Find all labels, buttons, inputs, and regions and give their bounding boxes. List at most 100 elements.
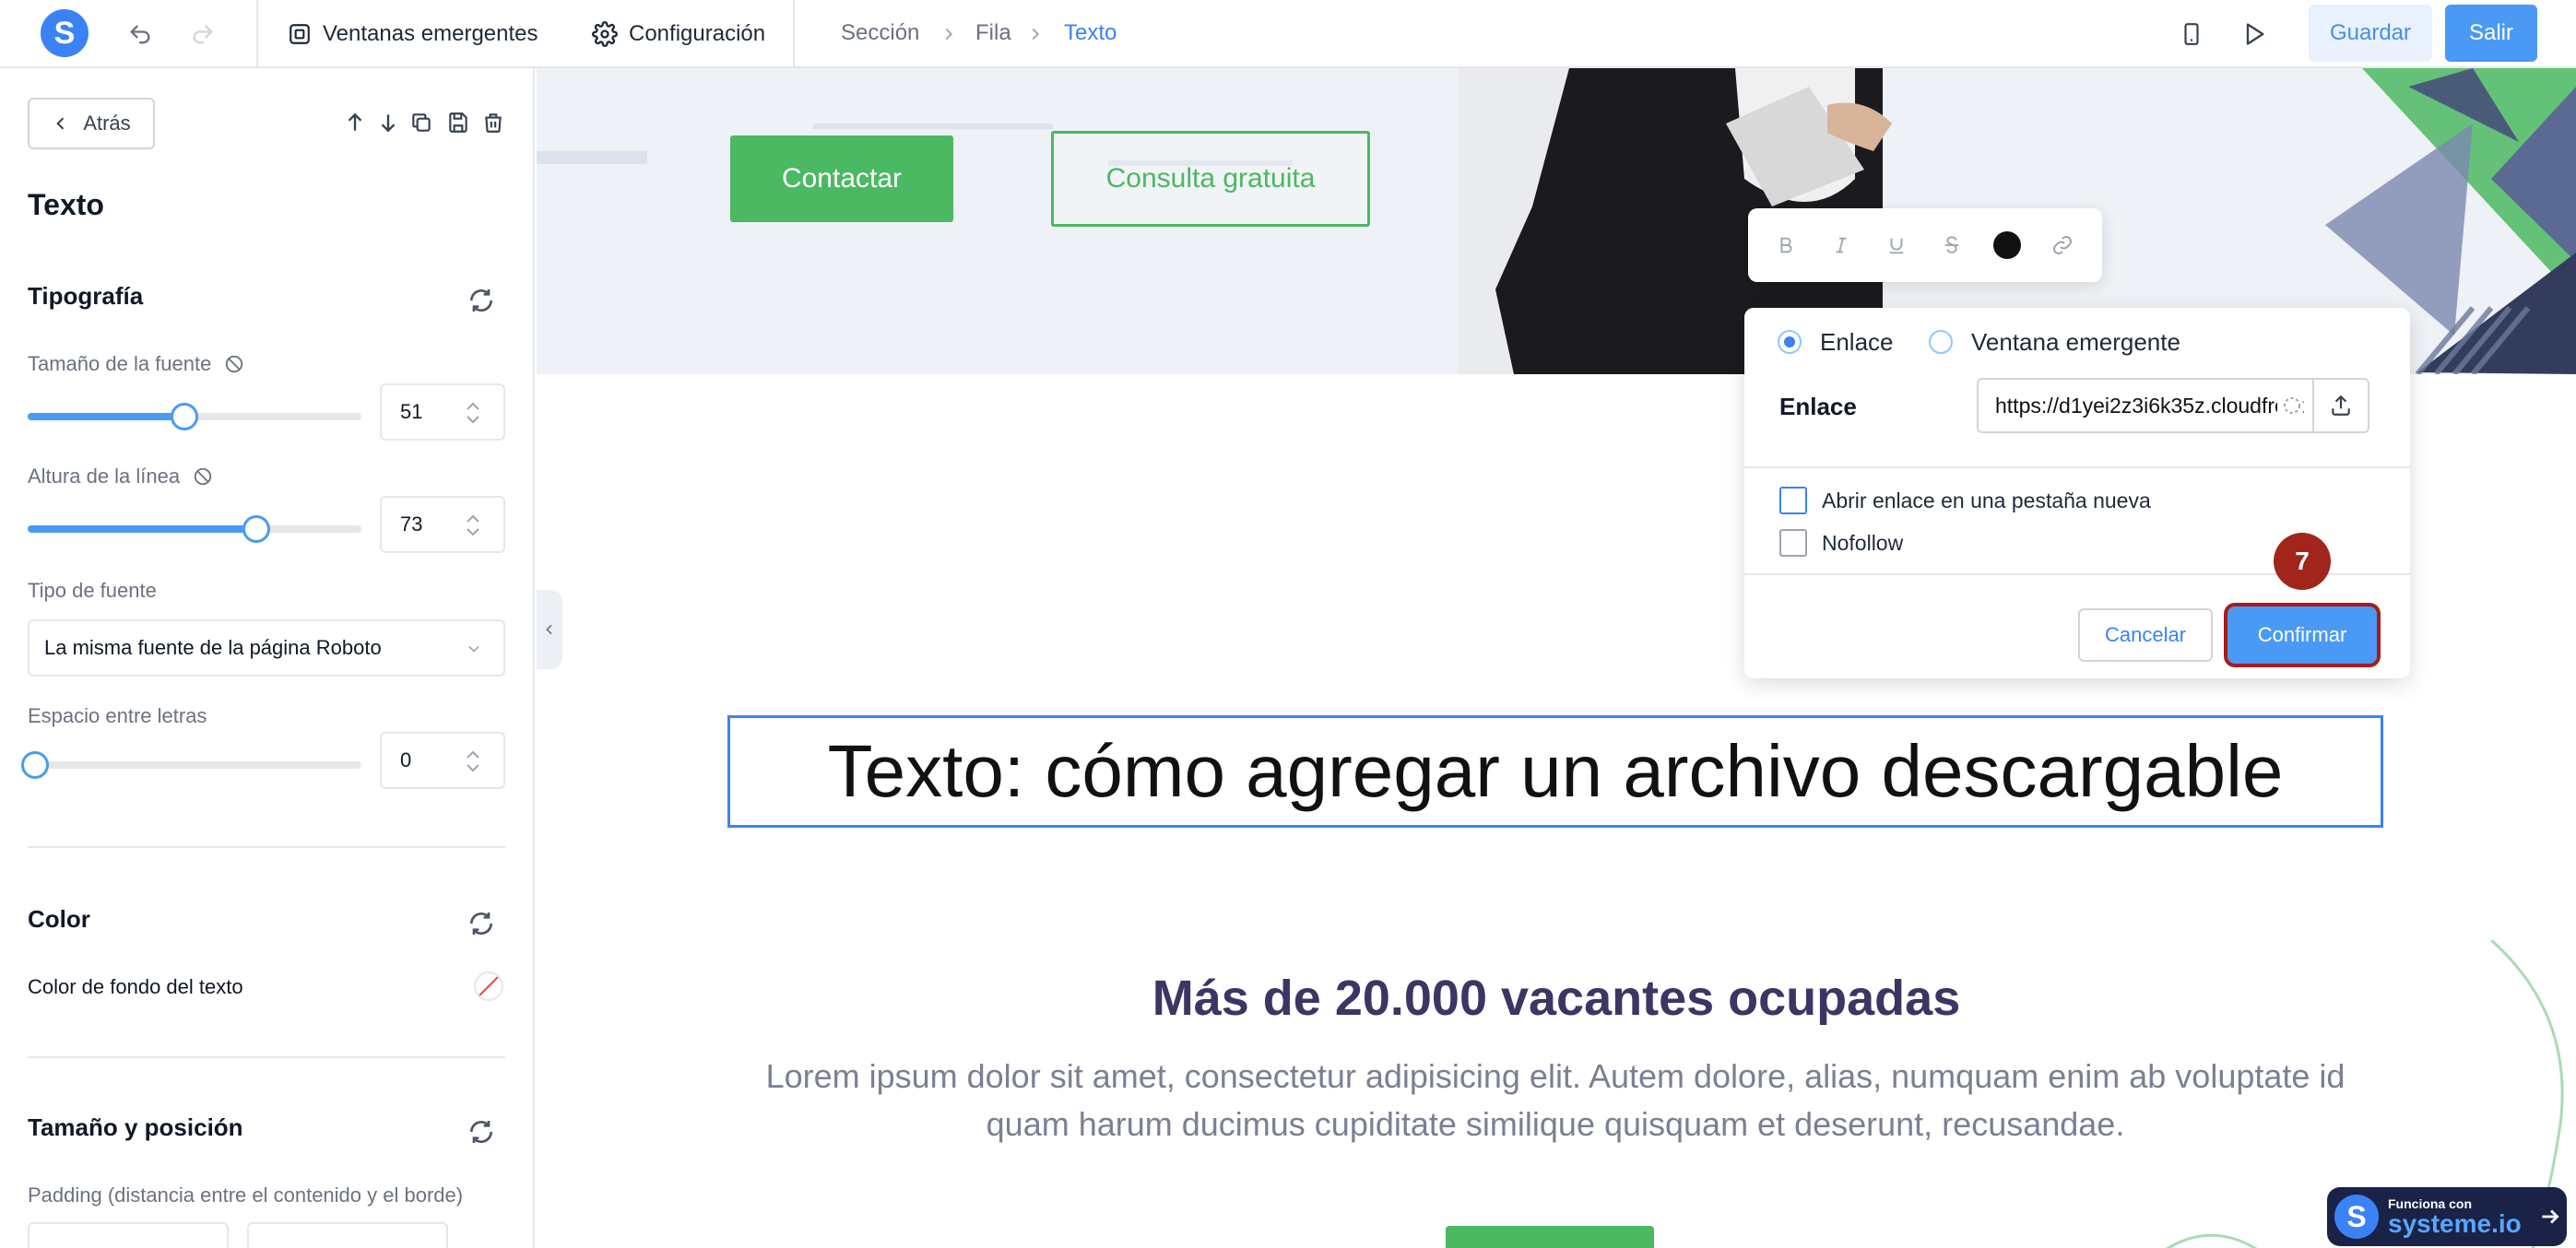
- move-up-icon[interactable]: [343, 111, 367, 135]
- breadcrumb-item-row[interactable]: Fila: [975, 20, 1011, 46]
- nofollow-label[interactable]: Nofollow: [1822, 531, 1903, 556]
- new-tab-checkbox[interactable]: [1779, 487, 1807, 514]
- letter-spacing-slider-handle[interactable]: [21, 751, 49, 779]
- chevron-left-icon: [52, 114, 70, 133]
- text-color-swatch[interactable]: [1993, 231, 2021, 259]
- section-paragraph[interactable]: Lorem ipsum dolor sit amet, consectetur …: [758, 1053, 2353, 1148]
- url-value: https://d1yei2z3i6k35z.cloudfront: [1995, 393, 2304, 418]
- popup-window-icon: [288, 22, 312, 46]
- url-input[interactable]: https://d1yei2z3i6k35z.cloudfront: [1977, 378, 2314, 433]
- duplicate-icon[interactable]: [409, 111, 433, 135]
- app-logo-letter: S: [53, 15, 76, 51]
- radio-link[interactable]: [1778, 330, 1802, 354]
- line-height-slider-handle[interactable]: [242, 515, 270, 543]
- padding-input-right[interactable]: [247, 1222, 448, 1248]
- trash-icon[interactable]: [481, 111, 505, 135]
- link-settings-popover: Enlace Ventana emergente Enlace https://…: [1744, 308, 2410, 678]
- systeme-logo-letter: S: [2346, 1199, 2367, 1233]
- reset-size-icon[interactable]: [467, 1117, 496, 1147]
- letter-spacing-slider[interactable]: [21, 751, 361, 779]
- mobile-preview-icon[interactable]: [2176, 18, 2207, 50]
- play-preview-icon[interactable]: [2239, 18, 2270, 50]
- link-field-label: Enlace: [1779, 393, 1857, 420]
- save-block-icon[interactable]: [446, 111, 470, 135]
- letter-spacing-label: Espacio entre letras: [28, 704, 207, 727]
- letter-spacing-value: 0: [400, 748, 412, 771]
- collapse-sidebar-button[interactable]: [537, 590, 562, 669]
- new-tab-label[interactable]: Abrir enlace en una pestaña nueva: [1822, 489, 2151, 513]
- popover-divider: [1744, 466, 2410, 468]
- back-button[interactable]: Atrás: [28, 98, 155, 149]
- no-responsive-icon[interactable]: [193, 466, 213, 487]
- size-position-section-title: Tamaño y posición: [28, 1113, 243, 1141]
- selected-text-block[interactable]: Texto: cómo agregar un archivo descargab…: [727, 715, 2383, 828]
- breadcrumb-item-text[interactable]: Texto: [1064, 20, 1117, 46]
- font-size-value: 51: [400, 400, 423, 423]
- italic-icon[interactable]: [1827, 231, 1855, 259]
- font-type-select[interactable]: La misma fuente de la página Roboto: [28, 619, 505, 677]
- font-size-input[interactable]: 51: [380, 383, 505, 441]
- text-bg-color-label: Color de fondo del texto: [28, 975, 243, 998]
- step-number-badge: 7: [2274, 533, 2331, 590]
- color-swatch-none[interactable]: [474, 971, 503, 1001]
- app-logo[interactable]: S: [41, 9, 89, 57]
- cancel-button[interactable]: Cancelar: [2078, 608, 2213, 662]
- exit-button[interactable]: Salir: [2445, 5, 2537, 62]
- powered-by-text: Funciona con systeme.io: [2388, 1196, 2522, 1237]
- padding-label: Padding (distancia entre el contenido y …: [28, 1183, 464, 1207]
- heading-text[interactable]: Texto: cómo agregar un archivo descargab…: [828, 729, 2284, 814]
- section-subheading[interactable]: Más de 20.000 vacantes ocupadas: [537, 970, 2576, 1027]
- settings-button[interactable]: Configuración: [592, 0, 765, 68]
- toolbar-separator: [256, 0, 258, 68]
- save-button[interactable]: Guardar: [2309, 5, 2432, 62]
- chevron-down-icon: [465, 640, 483, 658]
- no-responsive-icon[interactable]: [224, 354, 244, 374]
- chevron-right-icon: [939, 24, 959, 44]
- settings-sidebar: Atrás Texto Tipografía Tamaño de la fuen…: [0, 68, 535, 1248]
- popups-label: Ventanas emergentes: [323, 21, 538, 46]
- strikethrough-icon[interactable]: [1938, 231, 1966, 259]
- radio-popup[interactable]: [1929, 330, 1953, 354]
- font-type-value: La misma fuente de la página Roboto: [44, 636, 382, 659]
- line-height-slider[interactable]: [28, 515, 361, 543]
- font-size-label: Tamaño de la fuente: [28, 352, 244, 376]
- line-height-label: Altura de la línea: [28, 465, 213, 489]
- line-height-label-text: Altura de la línea: [28, 465, 181, 488]
- font-type-label: Tipo de fuente: [28, 579, 157, 602]
- stepper-arrows-icon[interactable]: [463, 511, 483, 540]
- popups-button[interactable]: Ventanas emergentes: [288, 0, 538, 68]
- powered-by-badge[interactable]: S Funciona con systeme.io: [2327, 1187, 2567, 1246]
- stepper-arrows-icon[interactable]: [463, 398, 483, 428]
- underline-icon[interactable]: [1883, 231, 1910, 259]
- font-size-slider[interactable]: [28, 403, 361, 430]
- free-consultation-button[interactable]: Consulta gratuita: [1051, 131, 1370, 227]
- line-height-input[interactable]: 73: [380, 496, 505, 553]
- redo-icon[interactable]: [188, 20, 218, 50]
- radio-popup-label[interactable]: Ventana emergente: [1971, 328, 2180, 357]
- upload-icon: [2329, 394, 2353, 418]
- undo-icon[interactable]: [125, 20, 155, 50]
- reset-typography-icon[interactable]: [467, 286, 496, 315]
- font-size-slider-handle[interactable]: [171, 403, 199, 430]
- chevron-right-icon: [1025, 24, 1046, 44]
- font-size-label-text: Tamaño de la fuente: [28, 352, 212, 375]
- green-cta-button[interactable]: [1446, 1226, 1654, 1248]
- link-icon[interactable]: [2049, 231, 2076, 259]
- reset-color-icon[interactable]: [467, 909, 496, 938]
- arrow-right-icon: [2538, 1205, 2562, 1229]
- breadcrumb-item-section[interactable]: Sección: [841, 20, 919, 46]
- bold-icon[interactable]: [1772, 231, 1800, 259]
- typography-section-title: Tipografía: [28, 282, 144, 310]
- confirm-button[interactable]: Confirmar: [2227, 606, 2377, 664]
- upload-file-button[interactable]: [2314, 378, 2369, 433]
- padding-input-top[interactable]: [28, 1222, 229, 1248]
- panel-title: Texto: [28, 188, 104, 221]
- move-down-icon[interactable]: [376, 111, 400, 135]
- contact-button[interactable]: Contactar: [730, 135, 953, 222]
- radio-link-label[interactable]: Enlace: [1820, 328, 1894, 357]
- nofollow-checkbox[interactable]: [1779, 529, 1807, 557]
- stepper-arrows-icon[interactable]: [463, 747, 483, 776]
- color-section-title: Color: [28, 905, 90, 933]
- text-format-toolbar: [1748, 208, 2102, 282]
- letter-spacing-input[interactable]: 0: [380, 732, 505, 789]
